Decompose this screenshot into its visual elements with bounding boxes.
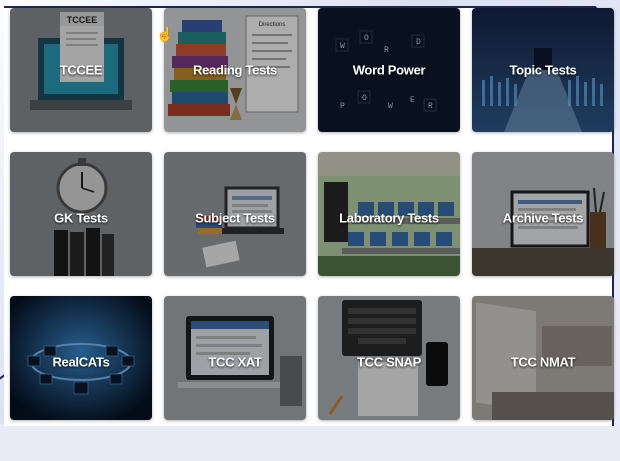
tile-label: Word Power: [352, 62, 426, 78]
tile-label: TCC NMAT: [510, 354, 576, 370]
test-category-grid: TCCEE TCCEE Directions Reading Tests W O…: [10, 8, 614, 420]
mouse-pointer-icon: ☝: [156, 26, 174, 42]
tile-gk-tests[interactable]: GK Tests: [10, 152, 152, 276]
tile-tccee[interactable]: TCCEE TCCEE: [10, 8, 152, 132]
tile-reading-tests[interactable]: Directions Reading Tests: [164, 8, 306, 132]
tile-label: Archive Tests: [502, 210, 584, 226]
tile-tcc-xat[interactable]: TCC XAT: [164, 296, 306, 420]
tile-label: Reading Tests: [193, 62, 277, 78]
tile-word-power[interactable]: W O R D P O W E R Word Power: [318, 8, 460, 132]
tile-label: Subject Tests: [195, 210, 275, 226]
tile-laboratory-tests[interactable]: Laboratory Tests: [318, 152, 460, 276]
tile-label: TCCEE: [59, 62, 103, 78]
tile-archive-tests[interactable]: Archive Tests: [472, 152, 614, 276]
tile-label: GK Tests: [54, 210, 108, 226]
tile-label: TCC SNAP: [356, 354, 422, 370]
tile-label: RealCATs: [52, 354, 110, 370]
tile-tcc-snap[interactable]: TCC SNAP: [318, 296, 460, 420]
tile-label: Topic Tests: [509, 62, 577, 78]
tile-topic-tests[interactable]: Topic Tests: [472, 8, 614, 132]
tile-label: TCC XAT: [208, 354, 262, 370]
tile-label: Laboratory Tests: [339, 210, 439, 226]
tile-subject-tests[interactable]: Subject Tests: [164, 152, 306, 276]
tile-tcc-nmat[interactable]: TCC NMAT: [472, 296, 614, 420]
tile-realcats[interactable]: RealCATs: [10, 296, 152, 420]
